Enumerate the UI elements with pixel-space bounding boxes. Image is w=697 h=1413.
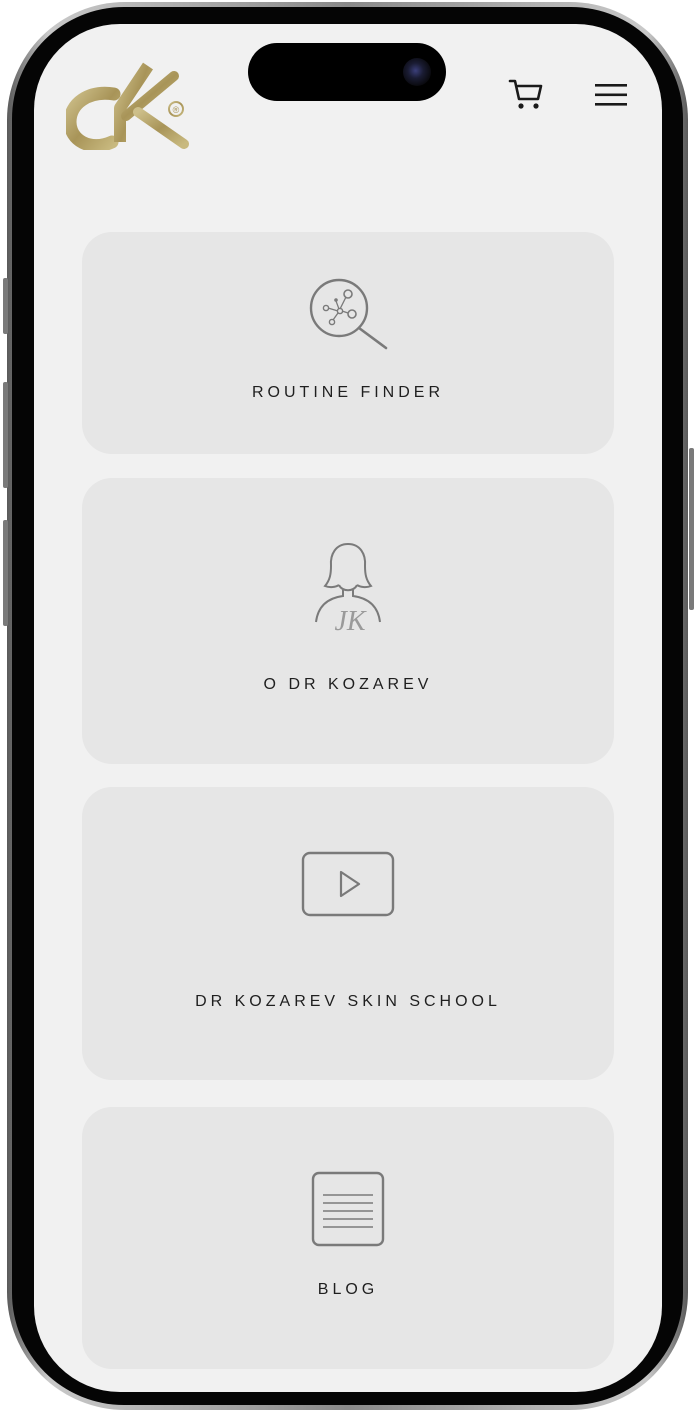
volume-down-button <box>3 520 8 626</box>
action-button <box>3 278 8 334</box>
brand-logo[interactable]: ® <box>63 46 190 153</box>
registered-mark: ® <box>173 105 180 115</box>
card-skin-school[interactable]: DR KOZAREV SKIN SCHOOL <box>82 787 614 1080</box>
card-label-blog: BLOG <box>317 1281 379 1298</box>
dk-logo-icon: ® <box>63 62 189 153</box>
hamburger-menu-icon <box>595 84 627 106</box>
front-camera <box>403 58 431 86</box>
card-routine-finder[interactable]: ROUTINE FINDER <box>82 232 614 454</box>
cart-button[interactable] <box>508 76 544 112</box>
card-label-skin-school: DR KOZAREV SKIN SCHOOL <box>195 993 501 1010</box>
woman-avatar-icon: JK <box>315 543 381 637</box>
card-label-dr-kozarev: O DR KOZAREV <box>263 676 433 693</box>
card-about-dr-kozarev[interactable]: JK O DR KOZAREV <box>82 478 614 764</box>
card-label-routine-finder: ROUTINE FINDER <box>252 384 444 401</box>
molecule-search-icon <box>309 278 388 350</box>
document-lines-icon <box>311 1171 385 1247</box>
volume-up-button <box>3 382 8 488</box>
dynamic-island <box>248 43 446 101</box>
menu-button[interactable] <box>594 82 628 108</box>
avatar-initials: JK <box>334 606 366 637</box>
power-button <box>689 448 694 610</box>
cart-icon <box>508 79 543 109</box>
card-blog[interactable]: BLOG <box>82 1107 614 1369</box>
screen: ® ROUTINE FINDER JK O DR KOZAREV DR KOZA… <box>34 24 662 1392</box>
video-play-icon <box>301 851 395 917</box>
